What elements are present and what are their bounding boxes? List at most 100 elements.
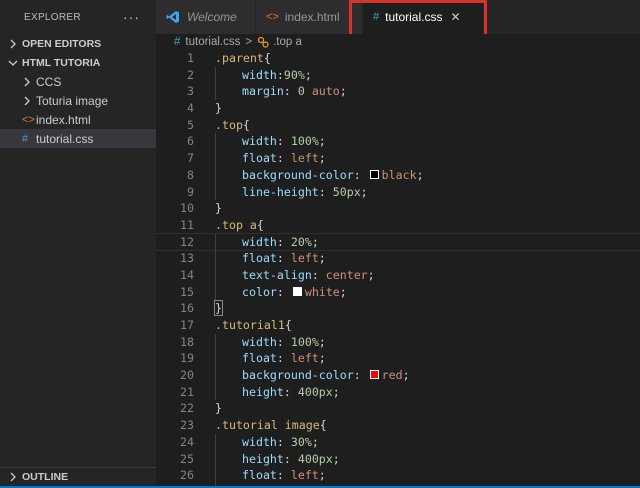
line-number: 16 (180, 301, 194, 316)
code-token: { (284, 318, 292, 332)
code-token: } (214, 300, 223, 317)
symbol-class-icon (257, 36, 269, 48)
line-number: 17 (180, 318, 194, 332)
code-line[interactable]: 2 width:90%; (156, 66, 640, 84)
sidebar-item-index-html[interactable]: <> index.html (0, 110, 156, 129)
code-token: 100% (290, 334, 319, 349)
code-token: : (276, 134, 291, 149)
code-token: { (319, 418, 327, 433)
color-swatch[interactable] (369, 169, 379, 179)
code-line[interactable]: 19 float: left; (156, 350, 640, 368)
sidebar-item-tutorial-css[interactable]: # tutorial.css (0, 129, 156, 148)
code-line[interactable]: 12 width: 20%; (156, 232, 640, 252)
code-text: margin: 0 auto; (215, 83, 347, 101)
code-token: : (276, 434, 291, 449)
code-token: : (353, 167, 368, 182)
code-token: text-align (242, 267, 312, 282)
tab-index-html[interactable]: <> index.html (256, 0, 363, 34)
code-text: .tutorial image{ (215, 417, 327, 434)
breadcrumb-file[interactable]: tutorial.css (185, 36, 240, 48)
code-token: auto (311, 84, 340, 99)
code-token: : (276, 234, 291, 249)
code-line[interactable]: 16} (156, 300, 640, 317)
code-token: width (242, 67, 277, 82)
indent-guide (215, 250, 242, 267)
code-token: center (325, 267, 368, 282)
close-icon[interactable]: ✕ (450, 10, 460, 24)
open-editors-section[interactable]: OPEN EDITORS (0, 34, 156, 53)
code-token: left (290, 251, 319, 266)
code-line[interactable]: 1 .parent{ (156, 50, 640, 67)
code-token: ; (332, 451, 340, 466)
sidebar-item-label: Toturia image (36, 93, 109, 108)
code-line[interactable]: 23 .tutorial image{ (156, 417, 640, 434)
code-token: width (242, 434, 277, 449)
code-line[interactable]: 6 width: 100%; (156, 133, 640, 151)
code-line[interactable]: 24 width: 30%; (156, 433, 640, 451)
sidebar-item-ccs[interactable]: CCS (0, 72, 156, 91)
code-line[interactable]: 14 text-align: center; (156, 266, 640, 284)
code-editor[interactable]: 1 .parent{2 width:90%; 3 margin: 0 auto; 4} 5.… (156, 50, 640, 486)
breadcrumb-symbol[interactable]: .top a (273, 36, 302, 48)
line-number: 18 (180, 334, 194, 349)
line-number: 2 (187, 67, 194, 82)
more-actions-icon[interactable]: ··· (123, 9, 140, 25)
code-line[interactable]: 10} (156, 200, 640, 217)
code-line[interactable]: 11 .top a{ (156, 217, 640, 234)
code-line[interactable]: 25 height: 400px; (156, 450, 640, 468)
code-line[interactable]: 5 .top{ (156, 117, 640, 134)
code-line[interactable]: 20 background-color: red; (156, 367, 640, 384)
code-line[interactable]: 26 float: left; (156, 467, 640, 484)
code-line[interactable]: 22} (156, 400, 640, 417)
project-section[interactable]: HTML TUTORIA (0, 53, 156, 72)
color-swatch[interactable] (369, 370, 379, 380)
code-token: 0 (297, 84, 305, 99)
code-text: color: white; (215, 283, 347, 301)
indent-guide (215, 266, 242, 284)
code-token: } (215, 201, 222, 216)
vscode-logo-icon (166, 10, 180, 24)
code-line[interactable]: 4} (156, 100, 640, 117)
line-number: 11 (180, 217, 194, 232)
code-line[interactable]: 18 width: 100%; (156, 333, 640, 351)
code-token: ; (318, 468, 326, 483)
outline-section[interactable]: OUTLINE (0, 467, 156, 486)
code-token: ; (318, 151, 326, 166)
code-token: ; (367, 267, 375, 282)
explorer-title: EXPLORER (24, 11, 81, 23)
outline-label: OUTLINE (22, 471, 69, 483)
line-number: 3 (187, 84, 194, 99)
code-token: ; (318, 351, 326, 366)
chevron-right-icon (22, 96, 36, 106)
code-line[interactable]: 13 float: left; (156, 250, 640, 267)
code-line[interactable]: 17 .tutorial1{ (156, 317, 640, 334)
code-token: 100% (290, 134, 319, 149)
code-line[interactable]: 8 background-color: black; (156, 166, 640, 184)
code-line[interactable]: 15 color: white; (156, 283, 640, 301)
line-number: 25 (180, 451, 194, 466)
code-token: ; (311, 434, 319, 449)
code-line[interactable]: 9 line-height: 50px; (156, 183, 640, 201)
code-line[interactable]: 7 float: left; (156, 150, 640, 167)
indent-guide (215, 333, 242, 351)
code-token: : (276, 284, 291, 299)
tab-tutorial-css[interactable]: # tutorial.css ✕ (363, 0, 484, 34)
sidebar-item-toturia-image[interactable]: Toturia image (0, 91, 156, 110)
code-line[interactable]: 21 height: 400px; (156, 383, 640, 401)
line-number: 19 (180, 351, 194, 366)
code-text: line-height: 50px; (215, 183, 368, 201)
line-number: 7 (187, 151, 194, 166)
code-token: .top (215, 117, 243, 132)
code-token: { (256, 217, 264, 232)
code-token: float (242, 468, 277, 483)
tab-welcome[interactable]: Welcome (156, 0, 256, 34)
code-text: } (215, 100, 222, 117)
code-token: left (290, 351, 319, 366)
color-swatch[interactable] (292, 286, 302, 296)
line-number: 5 (187, 117, 194, 132)
code-text: float: left; (215, 150, 326, 167)
indent-guide (215, 166, 242, 184)
code-line[interactable]: 3 margin: 0 auto; (156, 83, 640, 101)
code-text: height: 400px; (215, 450, 340, 468)
line-number: 26 (180, 468, 194, 483)
